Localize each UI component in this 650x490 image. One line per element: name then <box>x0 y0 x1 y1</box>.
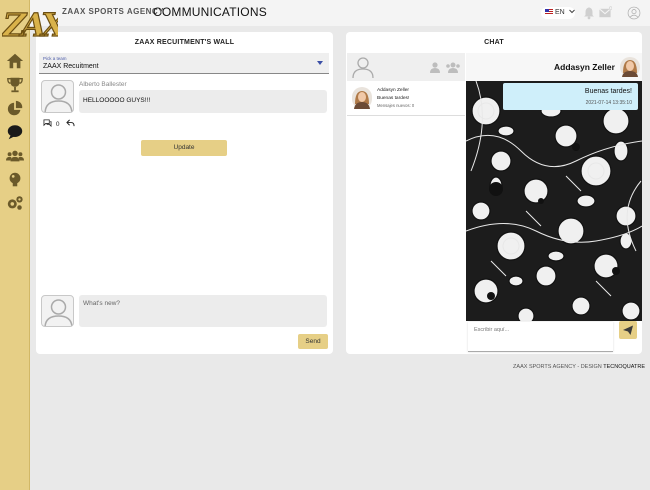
footer-text: ZAAX SPORTS AGENCY - DESIGN <box>513 364 602 370</box>
doodle-background <box>466 81 642 321</box>
agency-name: ZAAX SPORTS AGENCY <box>62 7 165 16</box>
trophy-icon[interactable] <box>6 76 24 94</box>
top-header: ZAAX SPORTS AGENCY COMMUNICATIONS EN <box>30 0 650 26</box>
user-account-icon[interactable] <box>627 6 641 20</box>
user-placeholder-icon <box>44 84 73 112</box>
group-icon[interactable] <box>445 61 461 73</box>
team-select-label: Pick a team <box>43 56 67 61</box>
user-placeholder-icon <box>44 299 73 326</box>
divider <box>347 115 465 116</box>
mail-icon[interactable] <box>598 6 612 20</box>
contact-last-message: Buenas tardes! <box>377 96 410 101</box>
sidebar <box>0 0 30 490</box>
reply-icon[interactable] <box>66 119 75 127</box>
update-button[interactable]: Update <box>141 140 227 156</box>
home-icon[interactable] <box>6 52 24 70</box>
chat-bubble-icon[interactable] <box>6 123 24 141</box>
post-message: HELLOOOOO GUYS!!! <box>79 90 327 113</box>
gears-icon[interactable] <box>6 194 24 212</box>
chat-panel: CHAT Addasyn Zeller Buenas tardes! Mensa… <box>346 32 642 354</box>
comment-count: 0 <box>55 121 60 128</box>
chat-send-button[interactable] <box>619 321 637 339</box>
chat-contacts-header <box>347 53 465 81</box>
post-author: Alberto Ballester <box>79 81 127 88</box>
language-label: EN <box>555 9 565 16</box>
contact-new-messages: Mensajes nuevos: 0 <box>377 103 415 108</box>
chat-message-bubble: Buenas tardes! 2021-07-14 13:35:10 <box>503 83 638 110</box>
lightbulb-icon[interactable] <box>6 171 24 189</box>
post-meta: 0 <box>43 119 75 128</box>
send-button[interactable]: Send <box>298 334 328 349</box>
team-select-value: ZAAX Recuitment <box>43 63 99 70</box>
us-flag-icon <box>545 9 553 14</box>
chat-message-time: 2021-07-14 13:35:10 <box>585 100 632 106</box>
user-icon[interactable] <box>429 61 441 73</box>
caret-down-icon <box>317 61 323 65</box>
footer-brand[interactable]: TECNOQUATRE <box>603 364 645 370</box>
footer: ZAAX SPORTS AGENCY - DESIGN TECNOQUATRE <box>513 364 645 370</box>
bell-icon[interactable] <box>582 6 596 20</box>
chat-message-input[interactable]: Escribir aquí... <box>468 322 613 352</box>
chat-title: CHAT <box>484 39 504 46</box>
user-placeholder-icon <box>352 57 374 78</box>
avatar <box>41 295 74 327</box>
avatar <box>41 80 74 113</box>
active-user-avatar <box>620 57 640 77</box>
pie-chart-icon[interactable] <box>6 100 24 118</box>
page-title: COMMUNICATIONS <box>153 5 267 19</box>
comments-icon[interactable] <box>43 119 52 128</box>
chat-active-user: Addasyn Zeller <box>554 62 615 72</box>
contact-name: Addasyn Zeller <box>377 88 409 93</box>
chevron-down-icon <box>568 9 575 14</box>
contact-avatar <box>352 87 372 109</box>
paper-plane-icon <box>623 325 633 335</box>
team-select[interactable]: Pick a team ZAAX Recuitment <box>39 53 329 74</box>
users-icon[interactable] <box>6 147 24 165</box>
wall-title: ZAAX RECUITMENT'S WALL <box>134 39 235 46</box>
new-post-input[interactable]: What's new? <box>79 295 327 327</box>
chat-messages-area[interactable]: Buenas tardes! 2021-07-14 13:35:10 <box>466 81 642 321</box>
logo-text: ZAX <box>2 6 58 42</box>
chat-message-text: Buenas tardes! <box>584 88 632 95</box>
team-wall-panel: ZAAX RECUITMENT'S WALL Pick a team ZAAX … <box>36 32 333 354</box>
language-selector[interactable]: EN <box>541 7 575 19</box>
zax-logo[interactable]: ZAX <box>2 6 58 42</box>
